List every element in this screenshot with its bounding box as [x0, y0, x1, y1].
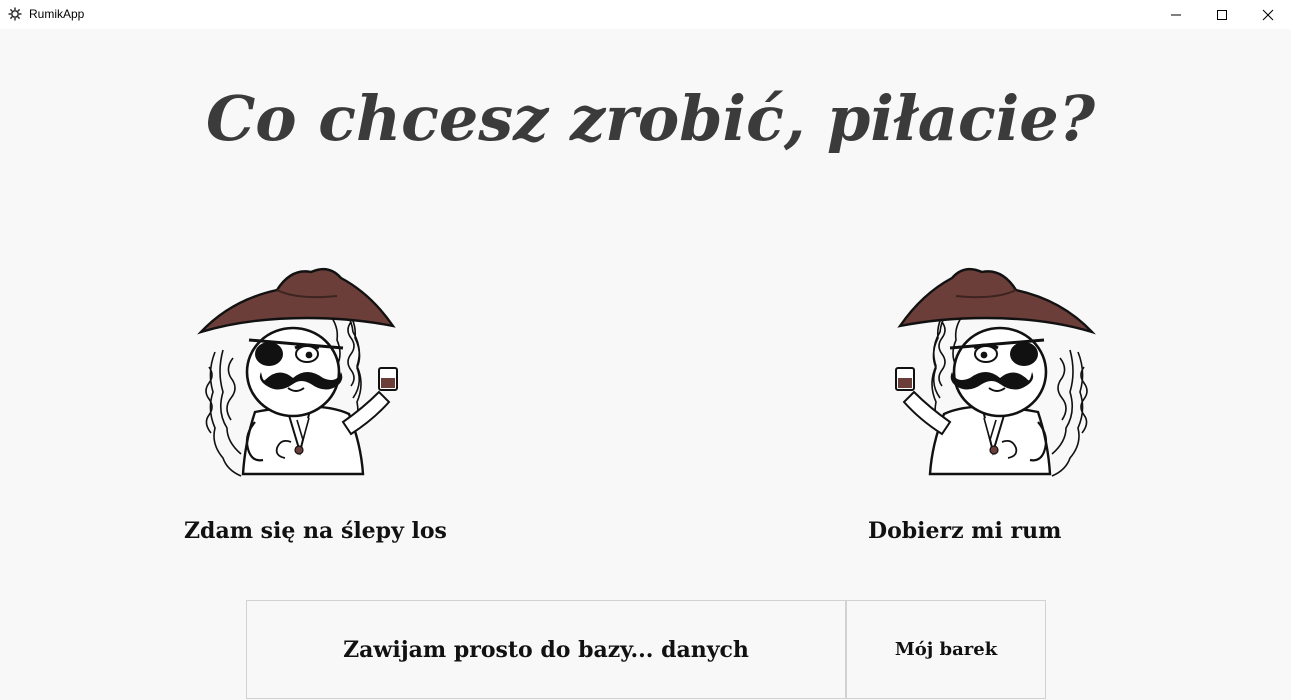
minimize-icon — [1171, 14, 1181, 15]
close-icon — [1262, 9, 1274, 20]
window-title: RumikApp — [29, 7, 85, 21]
minimize-button[interactable] — [1153, 0, 1199, 29]
database-button[interactable]: Zawijam prosto do bazy... danych — [246, 600, 846, 699]
pirate-illustration[interactable] — [850, 262, 1100, 484]
maximize-icon — [1217, 9, 1227, 20]
pick-rum-label[interactable]: Dobierz mi rum — [868, 518, 1061, 544]
gear-icon — [8, 7, 22, 21]
maximize-button[interactable] — [1199, 0, 1245, 29]
random-choice-label[interactable]: Zdam się na ślepy los — [184, 518, 447, 544]
close-button[interactable] — [1245, 0, 1291, 29]
my-bar-button[interactable]: Mój barek — [846, 600, 1046, 699]
title-bar: RumikApp — [0, 0, 1291, 29]
page-title: Co chcesz zrobić, piłacie? — [205, 82, 1096, 155]
pirate-illustration[interactable] — [193, 262, 443, 484]
